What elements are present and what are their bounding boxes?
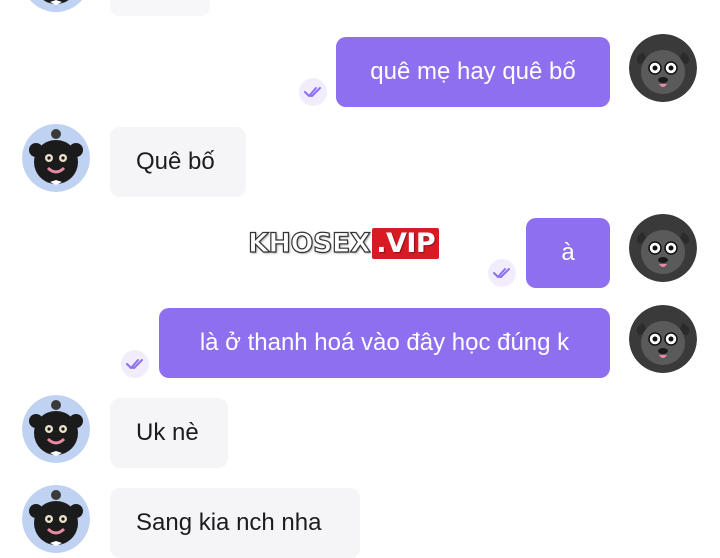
message-bubble-outgoing[interactable]: quê mẹ hay quê bố xyxy=(336,37,610,107)
gray-bear-avatar-icon xyxy=(629,305,697,373)
message-text: là ở thanh hoá vào đây học đúng k xyxy=(199,329,570,356)
watermark-badge: .VIP xyxy=(372,228,440,259)
gray-bear-avatar-icon xyxy=(629,214,697,282)
message-text: à xyxy=(561,239,575,266)
watermark-text: KHOSEX xyxy=(247,227,371,259)
message-bubble-incoming[interactable]: Uk nè xyxy=(110,398,228,468)
message-text: Quê bố xyxy=(136,148,215,175)
contact-avatar[interactable] xyxy=(22,395,90,463)
black-bear-avatar-icon xyxy=(22,124,90,192)
gray-bear-avatar-icon xyxy=(629,34,697,102)
message-bubble-outgoing[interactable]: là ở thanh hoá vào đây học đúng k xyxy=(159,308,610,378)
watermark-logo: KHOSEX .VIP xyxy=(247,227,440,260)
contact-avatar[interactable] xyxy=(22,0,90,12)
partial-message-bubble[interactable] xyxy=(110,0,210,16)
message-text: Uk nè xyxy=(136,419,199,446)
self-avatar[interactable] xyxy=(629,34,697,102)
black-bear-avatar-icon xyxy=(22,395,90,463)
self-avatar[interactable] xyxy=(629,214,697,282)
self-avatar[interactable] xyxy=(629,305,697,373)
message-text: Sang kia nch nha xyxy=(136,509,322,536)
contact-avatar[interactable] xyxy=(22,124,90,192)
message-bubble-incoming[interactable]: Sang kia nch nha xyxy=(110,488,360,558)
message-bubble-outgoing[interactable]: à xyxy=(526,218,610,288)
contact-avatar[interactable] xyxy=(22,485,90,553)
message-bubble-incoming[interactable]: Quê bố xyxy=(110,127,246,197)
black-bear-avatar-icon xyxy=(22,485,90,553)
double-check-icon xyxy=(299,78,327,106)
double-check-icon xyxy=(121,350,149,378)
black-bear-avatar-icon xyxy=(30,0,82,12)
message-text: quê mẹ hay quê bố xyxy=(370,58,576,85)
double-check-icon xyxy=(488,259,516,287)
